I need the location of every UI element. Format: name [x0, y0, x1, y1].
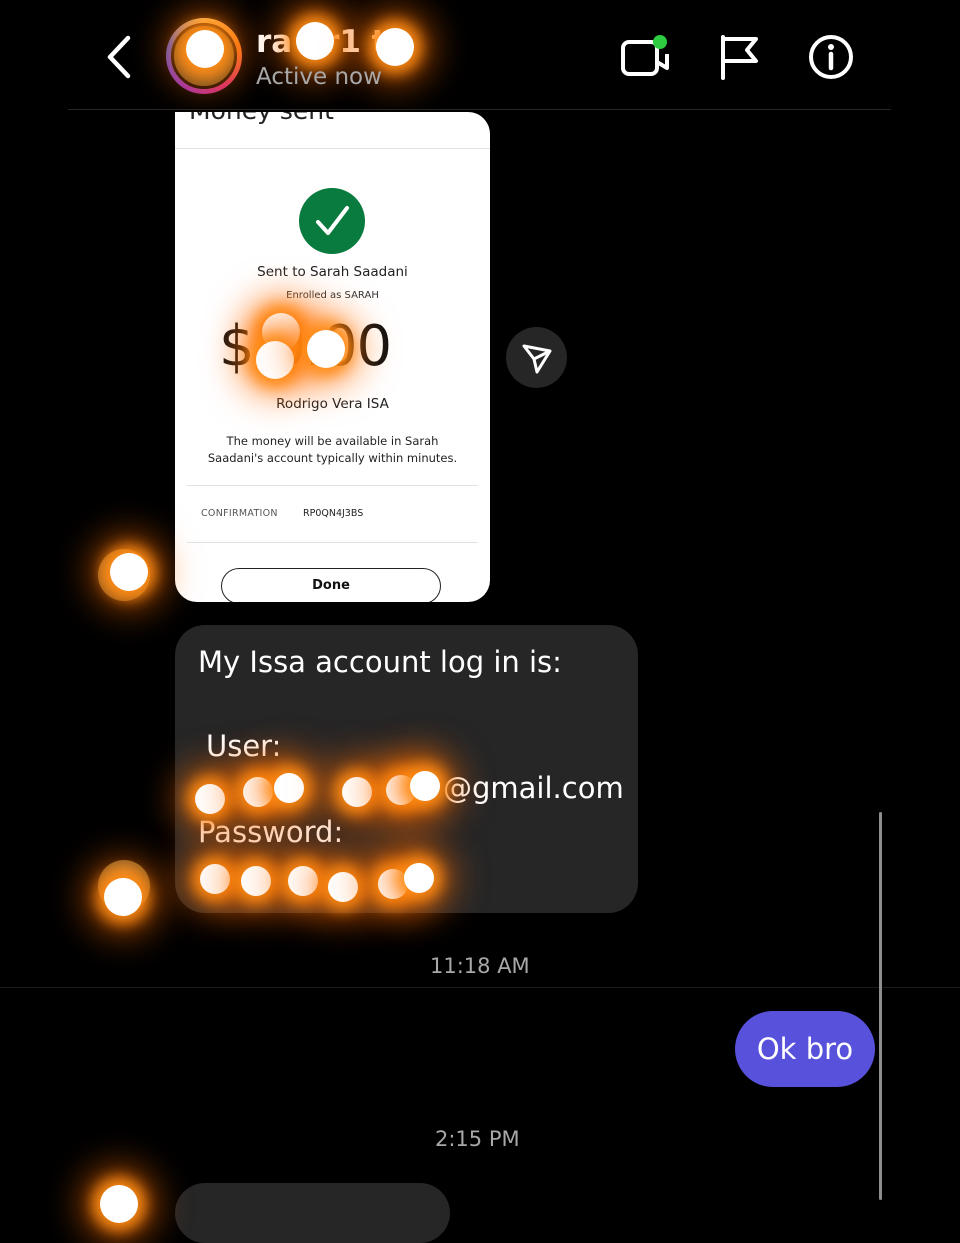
password-redaction — [200, 864, 230, 894]
email-redaction — [243, 777, 273, 807]
amount-redaction — [256, 341, 294, 379]
password-redaction — [328, 872, 358, 902]
info-icon — [809, 35, 853, 79]
password-redaction — [404, 863, 434, 893]
send-arrow-icon — [522, 344, 552, 374]
online-dot — [653, 35, 667, 49]
password-redaction — [241, 866, 271, 896]
divider — [187, 485, 478, 486]
email-redaction — [274, 773, 304, 803]
email-redaction — [410, 771, 440, 801]
message-bubble[interactable] — [175, 1183, 450, 1243]
flag-icon — [721, 35, 758, 80]
back-arrow-icon — [107, 35, 131, 79]
outgoing-message-bubble[interactable]: Ok bro — [735, 1011, 875, 1087]
video-call-icon — [621, 35, 669, 76]
divider — [175, 148, 490, 149]
message-line: Password: — [198, 815, 344, 849]
info-button[interactable] — [806, 34, 856, 80]
username-redaction — [376, 28, 414, 66]
avatar-redaction — [100, 1185, 138, 1223]
message-line: My Issa account log in is: — [198, 645, 562, 679]
username-redaction — [296, 22, 334, 60]
active-status: Active now — [256, 64, 382, 90]
email-redaction — [342, 777, 372, 807]
confirmation-label: CONFIRMATION — [201, 508, 278, 519]
done-button: Done — [221, 568, 441, 602]
recipient-text: Sent to Sarah Saadani — [257, 264, 408, 280]
avatar-redaction — [104, 878, 142, 916]
timestamp: 2:15 PM — [435, 1127, 520, 1151]
message-line: User: — [206, 729, 282, 763]
message-line: @gmail.com — [443, 771, 624, 805]
sender-name: Rodrigo Vera ISA — [276, 396, 389, 412]
confirmation-code: RP0QN4J3BS — [303, 508, 364, 519]
section-divider — [0, 987, 960, 988]
report-button[interactable] — [716, 34, 766, 80]
header-divider — [68, 109, 891, 110]
screenshot-title: Money sent — [189, 112, 334, 125]
avatar-redaction — [186, 30, 224, 68]
share-button[interactable] — [506, 327, 567, 388]
divider — [187, 542, 478, 543]
success-check-icon — [299, 188, 365, 254]
timestamp: 11:18 AM — [430, 954, 530, 978]
password-redaction — [288, 866, 318, 896]
back-button[interactable] — [98, 32, 142, 82]
scrollbar[interactable] — [879, 812, 882, 1200]
amount-redaction — [307, 330, 345, 368]
amount-text: $ 0.00 — [219, 314, 392, 379]
email-redaction — [195, 784, 225, 814]
avatar-redaction — [110, 553, 148, 591]
video-call-button[interactable] — [620, 34, 670, 80]
availability-note: The money will be available in Sarah Saa… — [207, 434, 458, 465]
enrolled-text: Enrolled as SARAH — [286, 290, 379, 301]
